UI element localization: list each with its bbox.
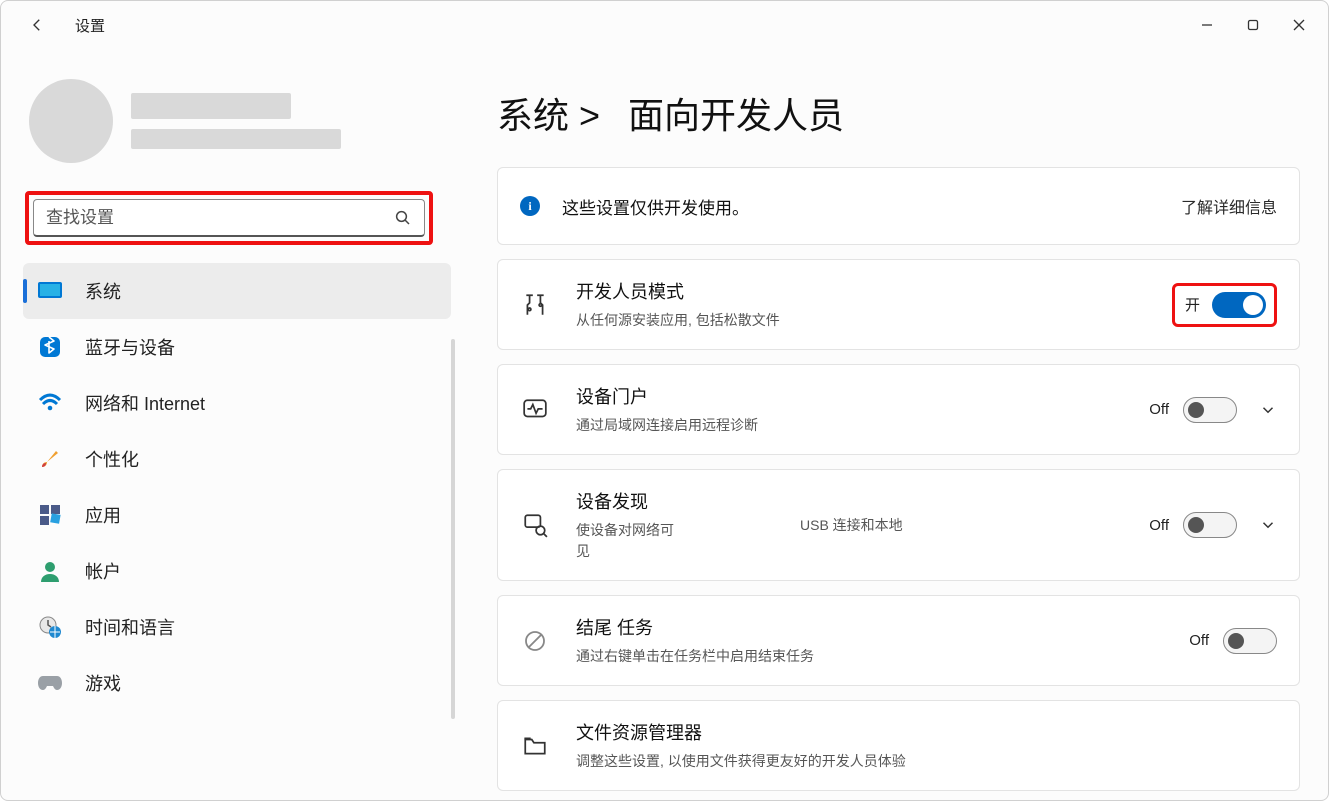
- search-input[interactable]: [46, 208, 394, 228]
- minimize-button[interactable]: [1184, 9, 1230, 41]
- wifi-icon: [37, 390, 63, 416]
- sidebar-item-label: 应用: [85, 502, 121, 528]
- avatar: [29, 79, 113, 163]
- sidebar-scrollbar[interactable]: [451, 339, 455, 719]
- sidebar-item-personalization[interactable]: 个性化: [23, 431, 451, 487]
- sidebar-item-label: 系统: [85, 278, 121, 304]
- toggle-state-label: Off: [1149, 517, 1169, 534]
- sidebar-item-label: 网络和 Internet: [85, 390, 205, 416]
- sidebar-item-label: 蓝牙与设备: [85, 334, 175, 360]
- sidebar-item-system[interactable]: 系统: [23, 263, 451, 319]
- row-file-explorer[interactable]: 文件资源管理器 调整这些设置, 以使用文件获得更友好的开发人员体验: [497, 700, 1300, 791]
- device-portal-toggle[interactable]: [1183, 397, 1237, 423]
- row-title: 结尾 任务: [576, 614, 1189, 640]
- profile-block[interactable]: [23, 69, 451, 187]
- device-discovery-toggle[interactable]: [1183, 512, 1237, 538]
- row-title: 文件资源管理器: [576, 719, 1277, 745]
- row-mid-text: USB 连接和本地: [800, 515, 1125, 535]
- sidebar-item-bluetooth[interactable]: 蓝牙与设备: [23, 319, 451, 375]
- row-subtitle: 调整这些设置, 以使用文件获得更友好的开发人员体验: [576, 751, 1277, 772]
- row-title: 开发人员模式: [576, 278, 1172, 304]
- info-banner: i 这些设置仅供开发使用。 了解详细信息: [497, 167, 1300, 245]
- search-highlight: [25, 191, 433, 245]
- close-button[interactable]: [1276, 9, 1322, 41]
- sidebar-item-label: 个性化: [85, 446, 139, 472]
- row-subtitle: 使设备对网络可见: [576, 520, 686, 562]
- row-subtitle: 从任何源安装应用, 包括松散文件: [576, 310, 1172, 331]
- tools-icon: [520, 290, 550, 320]
- toggle-state-label: 开: [1185, 294, 1200, 315]
- row-subtitle: 通过右键单击在任务栏中启用结束任务: [576, 646, 1189, 667]
- chevron-down-icon: [1259, 516, 1277, 534]
- row-developer-mode: 开发人员模式 从任何源安装应用, 包括松散文件 开: [497, 259, 1300, 350]
- gamepad-icon: [37, 670, 63, 696]
- scan-icon: [520, 510, 550, 540]
- row-end-task: 结尾 任务 通过右键单击在任务栏中启用结束任务 Off: [497, 595, 1300, 686]
- profile-name-placeholder: [131, 93, 291, 119]
- maximize-button[interactable]: [1230, 9, 1276, 41]
- bluetooth-icon: [37, 334, 63, 360]
- person-icon: [37, 558, 63, 584]
- toggle-state-label: Off: [1149, 401, 1169, 418]
- monitor-pulse-icon: [520, 395, 550, 425]
- search-icon: [394, 209, 412, 227]
- profile-email-placeholder: [131, 129, 341, 149]
- chevron-down-icon: [1259, 401, 1277, 419]
- clock-globe-icon: [37, 614, 63, 640]
- apps-icon: [37, 502, 63, 528]
- sidebar-item-accounts[interactable]: 帐户: [23, 543, 451, 599]
- row-device-discovery[interactable]: 设备发现 使设备对网络可见 USB 连接和本地 Off: [497, 469, 1300, 581]
- sidebar-item-network[interactable]: 网络和 Internet: [23, 375, 451, 431]
- learn-more-link[interactable]: 了解详细信息: [1181, 194, 1277, 218]
- breadcrumb: 系统 > 面向开发人员: [497, 87, 1300, 139]
- app-title: 设置: [75, 15, 105, 36]
- toggle-state-label: Off: [1189, 632, 1209, 649]
- block-icon: [520, 626, 550, 656]
- search-box[interactable]: [33, 199, 425, 237]
- row-title: 设备门户: [576, 383, 1149, 409]
- folder-icon: [520, 731, 550, 761]
- end-task-toggle[interactable]: [1223, 628, 1277, 654]
- row-title: 设备发现: [576, 488, 776, 514]
- sidebar-item-time-language[interactable]: 时间和语言: [23, 599, 451, 655]
- dev-mode-highlight: 开: [1172, 283, 1277, 327]
- sidebar-item-label: 时间和语言: [85, 614, 175, 640]
- info-text: 这些设置仅供开发使用。: [562, 194, 1181, 219]
- breadcrumb-part1[interactable]: 系统 >: [497, 87, 600, 139]
- row-device-portal[interactable]: 设备门户 通过局域网连接启用远程诊断 Off: [497, 364, 1300, 455]
- sidebar-item-apps[interactable]: 应用: [23, 487, 451, 543]
- sidebar-item-gaming[interactable]: 游戏: [23, 655, 451, 711]
- page-title: 面向开发人员: [628, 87, 844, 139]
- info-icon: i: [520, 196, 540, 216]
- display-icon: [37, 278, 63, 304]
- sidebar-item-label: 帐户: [85, 558, 121, 584]
- row-subtitle: 通过局域网连接启用远程诊断: [576, 415, 766, 436]
- sidebar-item-label: 游戏: [85, 670, 121, 696]
- developer-mode-toggle[interactable]: [1212, 292, 1266, 318]
- brush-icon: [37, 446, 63, 472]
- back-button[interactable]: [23, 11, 51, 39]
